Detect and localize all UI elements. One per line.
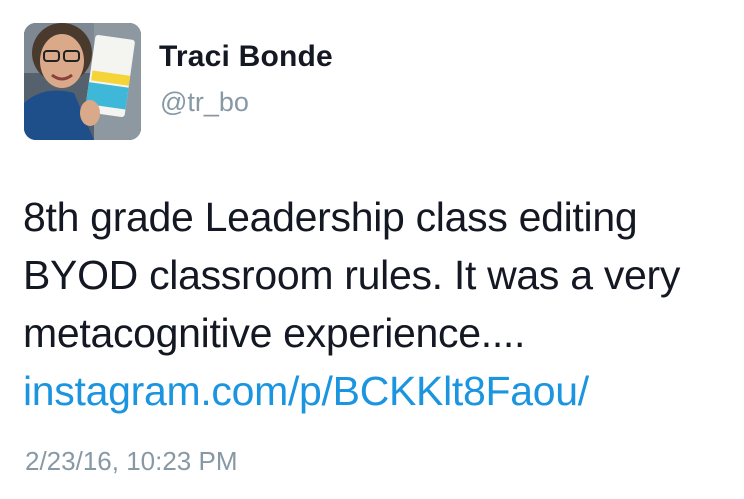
tweet-timestamp[interactable]: 2/23/16, 10:23 PM xyxy=(25,446,237,477)
author-display-name[interactable]: Traci Bonde xyxy=(159,40,333,74)
author-avatar[interactable] xyxy=(24,23,141,140)
tweet-text-line: metacognitive experience.... xyxy=(23,310,526,356)
tweet-text: 8th grade Leadership class editing BYOD … xyxy=(23,188,733,420)
instagram-link[interactable]: instagram.com/p/BCKKlt8Faou/ xyxy=(23,362,733,420)
author-handle[interactable]: @tr_bo xyxy=(160,87,249,118)
user-photo-avatar-icon xyxy=(24,23,141,140)
tweet-text-line: BYOD classroom rules. It was a very xyxy=(23,252,681,298)
tweet-text-line: 8th grade Leadership class editing xyxy=(23,194,638,240)
